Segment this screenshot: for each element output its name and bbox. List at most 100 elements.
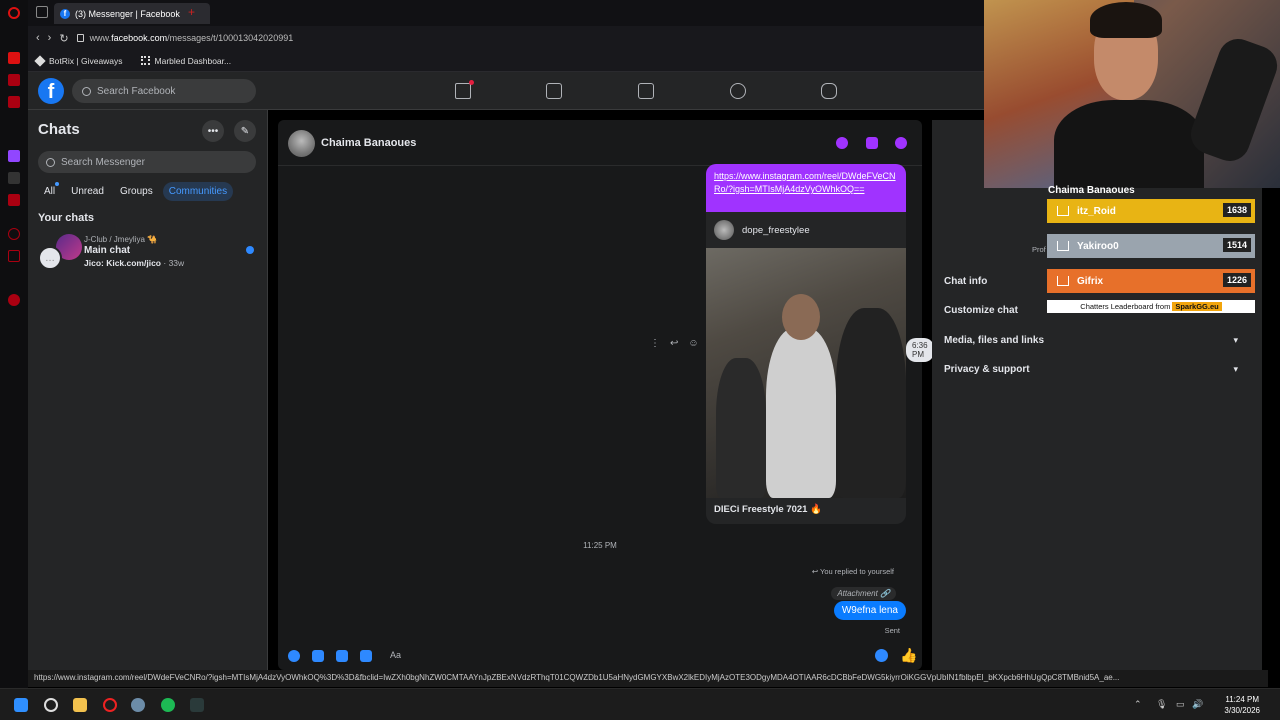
message-input[interactable]: Aa	[384, 646, 864, 666]
leaderboard-row: Gifrix 1226	[1047, 269, 1255, 293]
gif-icon[interactable]	[360, 650, 372, 662]
instagram-reel-preview[interactable]: dope_freestylee DIECi Freestyle 7021 🔥	[706, 212, 906, 524]
message-actions: ⋮ ↩ ☺	[650, 338, 699, 349]
bookmark-marbled[interactable]: Marbled Dashboar...	[140, 56, 231, 66]
clock-icon[interactable]	[8, 228, 20, 240]
reply-icon: ↩	[811, 567, 821, 576]
facebook-logo-icon[interactable]: f	[38, 78, 64, 104]
new-message-button[interactable]: ✎	[234, 120, 256, 142]
leaderboard-footer-text: Chatters Leaderboard from	[1080, 302, 1171, 311]
instagram-icon[interactable]	[8, 96, 20, 108]
search-placeholder: Search Facebook	[97, 85, 176, 97]
sent-message[interactable]: W9efna lena	[833, 601, 906, 620]
twitch-icon[interactable]	[8, 150, 20, 162]
conversation-panel: Chaima Banaoues https://www.instagram.co…	[278, 120, 934, 670]
webcam-overlay	[984, 0, 1280, 188]
react-icon[interactable]: ☺	[688, 338, 698, 349]
bookmark-botrix[interactable]: BotRix | Giveaways	[34, 54, 123, 67]
filter-unread[interactable]: Unread	[65, 182, 110, 201]
new-tab-icon[interactable]: +	[188, 5, 195, 19]
thumbs-up-icon[interactable]: 👍	[900, 647, 917, 664]
microphone-icon[interactable]	[288, 650, 300, 662]
opera-icon[interactable]	[103, 698, 117, 712]
person-shape	[716, 358, 766, 498]
leaderboard-score: 1226	[1222, 273, 1251, 287]
facebook-top-nav: f Search Facebook	[28, 72, 988, 110]
reload-icon[interactable]: ↻	[59, 32, 68, 45]
chat-preview: Jico: Kick.com/jico · 33w	[84, 258, 184, 268]
search-icon[interactable]	[44, 698, 58, 712]
contact-name[interactable]: Chaima Banaoues	[321, 137, 416, 149]
chat-list-item[interactable]: … J-Club / Jmeyliya 🐪 Main chat Jico: Ki…	[34, 232, 262, 270]
reply-icon[interactable]: ↩	[670, 338, 678, 349]
opera-logo-icon[interactable]	[8, 7, 20, 19]
customize-chat-item[interactable]: Customize chat	[944, 305, 1018, 316]
x-icon[interactable]	[8, 172, 20, 184]
filter-groups[interactable]: Groups	[114, 182, 159, 201]
forward-icon[interactable]: ›	[48, 32, 52, 44]
emoji-icon[interactable]	[875, 649, 888, 662]
facebook-search-input[interactable]: Search Facebook	[72, 79, 256, 103]
app-icon[interactable]	[190, 698, 204, 712]
leaderboard-row: Yakiroo0 1514	[1047, 234, 1255, 258]
settings-icon[interactable]	[8, 294, 20, 306]
reel-thumbnail[interactable]	[706, 248, 906, 498]
tab-overview-icon[interactable]	[36, 6, 48, 18]
clock[interactable]: 11:24 PM 3/30/2026	[1224, 694, 1260, 716]
crown-icon	[1057, 241, 1069, 251]
messenger-icon[interactable]	[8, 74, 20, 86]
video-nav-icon[interactable]	[546, 83, 562, 99]
music-icon[interactable]	[8, 194, 20, 206]
clock-time: 11:24 PM	[1225, 695, 1260, 704]
link-message[interactable]: https://www.instagram.com/reel/DWdeFVeCN…	[706, 164, 906, 212]
url-field[interactable]: www.facebook.com/messages/t/100013042020…	[90, 33, 294, 43]
video-call-icon[interactable]	[866, 137, 878, 149]
chevron-down-icon[interactable]: ▾	[1233, 335, 1238, 346]
leaderboard-name: itz_Roid	[1077, 205, 1116, 217]
gaming-nav-icon[interactable]	[821, 83, 837, 99]
clock-date: 3/30/2026	[1224, 706, 1260, 715]
chat-avatar: …	[38, 246, 62, 270]
network-icon[interactable]: ▭	[1176, 699, 1185, 710]
chevron-up-icon[interactable]: ⌃	[1134, 699, 1142, 710]
info-icon[interactable]	[895, 137, 907, 149]
chats-title: Chats	[38, 121, 80, 138]
volume-icon[interactable]: 🔊	[1192, 699, 1203, 710]
filter-communities[interactable]: Communities	[162, 182, 234, 201]
file-explorer-icon[interactable]	[73, 698, 87, 712]
chevron-down-icon[interactable]: ▾	[1233, 364, 1238, 375]
attachment-reference[interactable]: Attachment 🔗	[831, 587, 896, 600]
marketplace-nav-icon[interactable]	[638, 83, 654, 99]
home-nav-icon[interactable]	[455, 80, 474, 99]
app-icon[interactable]	[131, 698, 145, 712]
image-icon[interactable]	[312, 650, 324, 662]
leaderboard-row: itz_Roid 1638	[1047, 199, 1255, 223]
spotify-icon[interactable]	[161, 698, 175, 712]
filter-all[interactable]: All	[38, 182, 61, 201]
chat-preview-text: Jico: Kick.com/jico	[84, 258, 161, 268]
sticker-icon[interactable]	[336, 650, 348, 662]
url-domain: facebook.com	[111, 33, 168, 43]
history-icon[interactable]	[8, 250, 20, 262]
windows-start-icon[interactable]	[14, 698, 28, 712]
replied-text: You replied to yourself	[820, 567, 894, 576]
home-icon[interactable]	[8, 52, 20, 64]
media-files-links-item[interactable]: Media, files and links	[944, 335, 1044, 346]
back-icon[interactable]: ‹	[36, 32, 40, 44]
leaderboard-score: 1638	[1222, 203, 1251, 217]
phone-icon[interactable]	[836, 137, 848, 149]
grid-icon	[140, 56, 150, 65]
profile-label[interactable]: Prof	[1032, 245, 1046, 254]
streamer-hair	[1090, 2, 1162, 38]
contact-avatar[interactable]	[288, 130, 315, 157]
browser-tab[interactable]: f (3) Messenger | Facebook	[54, 3, 210, 24]
privacy-support-item[interactable]: Privacy & support	[944, 364, 1030, 375]
more-icon[interactable]: ⋮	[650, 338, 660, 349]
chat-info-item[interactable]: Chat info	[944, 276, 987, 287]
hover-time-tooltip: 6:36 PM	[906, 338, 934, 362]
microphone-icon[interactable]: 🎙	[1156, 699, 1167, 710]
groups-nav-icon[interactable]	[730, 83, 746, 99]
opera-sidebar	[0, 0, 28, 688]
more-options-button[interactable]: •••	[202, 120, 224, 142]
messenger-search-input[interactable]: Search Messenger	[38, 151, 256, 173]
